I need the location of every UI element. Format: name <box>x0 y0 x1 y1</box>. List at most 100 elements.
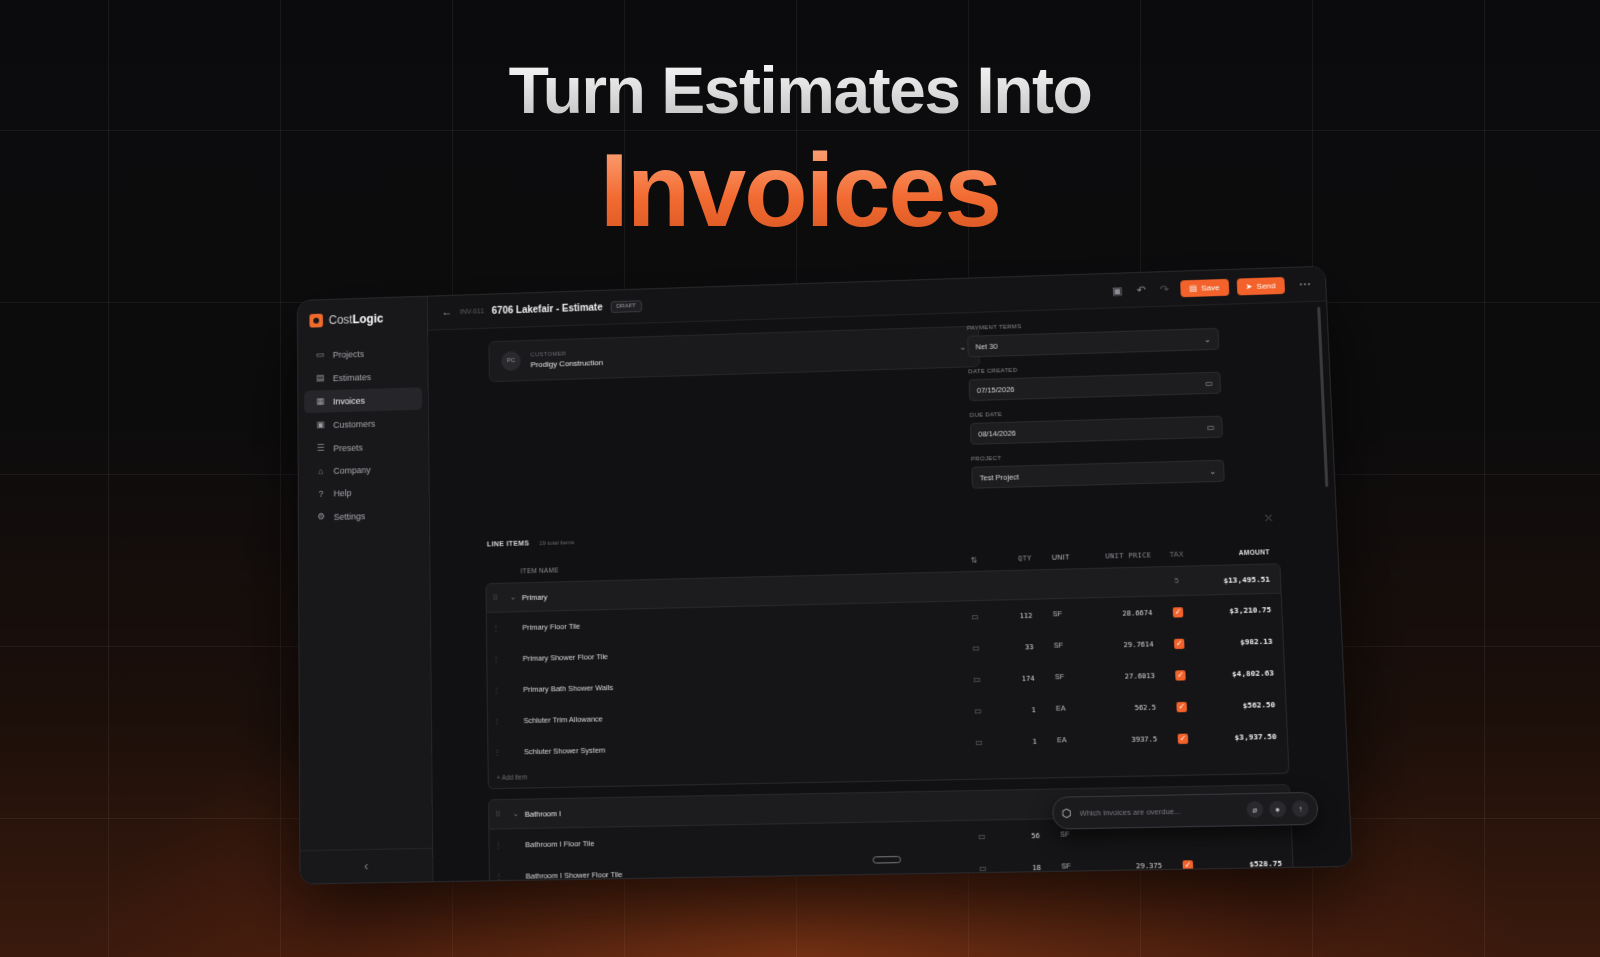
presets-icon: ☰ <box>316 442 325 453</box>
attach-icon[interactable]: ⌀ <box>1246 801 1264 818</box>
payment-terms-field: PAYMENT TERMS Net 30 ⌄ <box>967 318 1220 358</box>
submit-arrow-icon[interactable]: ↑ <box>1291 800 1310 818</box>
item-name[interactable]: Primary Shower Floor Tile <box>523 644 961 663</box>
item-qty[interactable]: 1 <box>994 737 1047 746</box>
tax-toggle[interactable]: ✓ <box>1172 859 1203 871</box>
item-qty[interactable]: 33 <box>991 642 1044 651</box>
drag-handle-icon[interactable]: ⋮ <box>490 872 508 881</box>
item-unit-price[interactable]: 29.375 <box>1096 861 1172 871</box>
drag-handle-icon[interactable]: ⋮ <box>488 748 506 757</box>
comment-icon[interactable]: ▭ <box>963 738 994 748</box>
date-created-input[interactable]: 07/15/2026 ▭ <box>968 371 1222 402</box>
comment-icon[interactable]: ▭ <box>961 643 992 653</box>
item-name[interactable]: Schluter Trim Allowance <box>524 707 963 725</box>
drag-handle-icon[interactable]: ⋮ <box>488 716 506 726</box>
item-amount: $3,210.75 <box>1229 605 1272 616</box>
comment-icon[interactable]: ▭ <box>960 612 991 622</box>
document-title[interactable]: 6706 Lakefair - Estimate <box>492 302 603 316</box>
group-name: Primary <box>521 592 548 602</box>
drag-handle-icon[interactable]: ⋮ <box>487 654 505 664</box>
item-unit[interactable]: SF <box>1045 673 1090 681</box>
item-name[interactable]: Bathroom I Shower Floor Tile <box>526 864 968 881</box>
send-icon: ➤ <box>1245 281 1253 291</box>
comment-icon[interactable]: ▭ <box>967 864 998 874</box>
item-name[interactable]: Primary Floor Tile <box>522 613 960 632</box>
save-button[interactable]: ▤ Save <box>1179 278 1229 297</box>
checkbox-checked-icon: ✓ <box>1175 669 1186 681</box>
sidebar-item-estimates[interactable]: ▤ Estimates <box>304 364 422 390</box>
item-name[interactable]: Bathroom I Floor Tile <box>525 832 966 849</box>
item-unit-price[interactable]: 3937.5 <box>1092 735 1168 745</box>
drag-handle-icon[interactable]: ⋮ <box>489 840 507 850</box>
comment-icon[interactable]: ▭ <box>962 675 993 685</box>
item-qty[interactable]: 174 <box>992 674 1045 683</box>
assistant-input[interactable] <box>1077 804 1241 819</box>
tax-toggle[interactable] <box>1171 833 1202 834</box>
date-created-field: DATE CREATED 07/15/2026 ▭ <box>968 362 1222 402</box>
sidebar-item-label: Estimates <box>332 371 372 383</box>
calendar-icon[interactable]: ▭ <box>1205 378 1213 387</box>
send-label: Send <box>1256 280 1276 291</box>
tax-toggle[interactable]: ✓ <box>1167 733 1198 744</box>
redo-icon[interactable]: ↷ <box>1157 282 1173 295</box>
project-select[interactable]: Test Project ⌄ <box>971 459 1225 489</box>
undo-icon[interactable]: ↶ <box>1133 283 1149 296</box>
comment-icon[interactable]: ▭ <box>966 832 997 842</box>
brand-logo[interactable]: CostLogic <box>298 297 427 344</box>
item-qty[interactable]: 56 <box>997 831 1050 840</box>
calendar-icon[interactable]: ▭ <box>1207 422 1215 431</box>
tax-toggle[interactable]: ✓ <box>1162 606 1193 618</box>
item-unit[interactable]: EA <box>1047 737 1092 745</box>
sidebar-item-help[interactable]: ? Help <box>304 480 423 505</box>
tax-toggle[interactable]: ✓ <box>1165 669 1196 681</box>
sidebar-item-company[interactable]: ⌂ Company <box>304 458 422 483</box>
chevron-down-icon: ⌄ <box>1203 334 1212 344</box>
send-button[interactable]: ➤ Send <box>1236 276 1286 295</box>
sort-icon[interactable]: ⇅ <box>959 555 990 565</box>
sidebar-item-settings[interactable]: ⚙ Settings <box>305 503 424 529</box>
payment-terms-value: Net 30 <box>975 341 998 351</box>
drag-handle-icon[interactable]: ⠿ <box>489 810 507 819</box>
payment-terms-select[interactable]: Net 30 ⌄ <box>967 327 1220 358</box>
chevron-down-icon[interactable]: ⌄ <box>507 810 525 818</box>
customer-select[interactable]: PC CUSTOMER Prodigy Construction ⌄ <box>488 325 981 383</box>
due-date-input[interactable]: 08/14/2026 ▭ <box>969 415 1224 445</box>
sidebar-item-customers[interactable]: ▣ Customers <box>304 411 422 437</box>
microphone-icon[interactable]: ● <box>1268 800 1287 818</box>
item-name[interactable]: Primary Bath Shower Walls <box>523 675 962 694</box>
collapse-all-icon[interactable]: ⤫ <box>1265 513 1273 524</box>
item-unit[interactable]: SF <box>1043 611 1088 619</box>
drag-handle-icon[interactable]: ⋮ <box>488 685 506 694</box>
item-qty[interactable]: 112 <box>990 611 1043 620</box>
scroll-indicator[interactable] <box>872 855 901 864</box>
drag-handle-icon[interactable]: ⠿ <box>487 593 505 602</box>
item-qty[interactable]: 1 <box>993 705 1046 714</box>
item-unit[interactable]: EA <box>1046 705 1091 713</box>
brand-name-b: Logic <box>352 311 384 327</box>
item-name[interactable]: Schluter Shower System <box>524 738 964 757</box>
sidebar-item-invoices[interactable]: ▦ Invoices <box>304 387 423 414</box>
item-unit-price[interactable]: 29.7614 <box>1088 640 1164 650</box>
more-options-icon[interactable]: ⋯ <box>1292 277 1312 291</box>
chevron-down-icon[interactable]: ⌄ <box>504 593 522 601</box>
sidebar-item-projects[interactable]: ▭ Projects <box>304 341 422 367</box>
comment-icon[interactable]: ▭ <box>963 706 994 716</box>
item-unit[interactable]: SF <box>1050 831 1095 839</box>
item-unit[interactable]: SF <box>1051 863 1096 871</box>
item-unit-price[interactable] <box>1095 833 1171 834</box>
sidebar-item-presets[interactable]: ☰ Presets <box>304 434 422 460</box>
item-unit-price[interactable]: 562.5 <box>1091 703 1167 713</box>
item-unit-price[interactable]: 28.6674 <box>1087 608 1163 618</box>
group-name: Bathroom I <box>524 808 562 819</box>
tax-toggle[interactable]: ✓ <box>1166 701 1197 712</box>
sidebar-item-label: Invoices <box>332 395 365 407</box>
back-arrow-icon[interactable]: ← <box>441 306 452 318</box>
collapse-sidebar-button[interactable]: ‹ <box>300 847 433 884</box>
print-icon[interactable]: ▣ <box>1109 284 1126 297</box>
tax-toggle[interactable]: ✓ <box>1164 638 1195 649</box>
item-unit[interactable]: SF <box>1044 642 1089 650</box>
drag-handle-icon[interactable]: ⋮ <box>487 623 505 633</box>
item-qty[interactable]: 18 <box>998 863 1051 872</box>
item-unit-price[interactable]: 27.6013 <box>1089 671 1165 681</box>
chevron-left-icon: ‹ <box>364 859 369 874</box>
